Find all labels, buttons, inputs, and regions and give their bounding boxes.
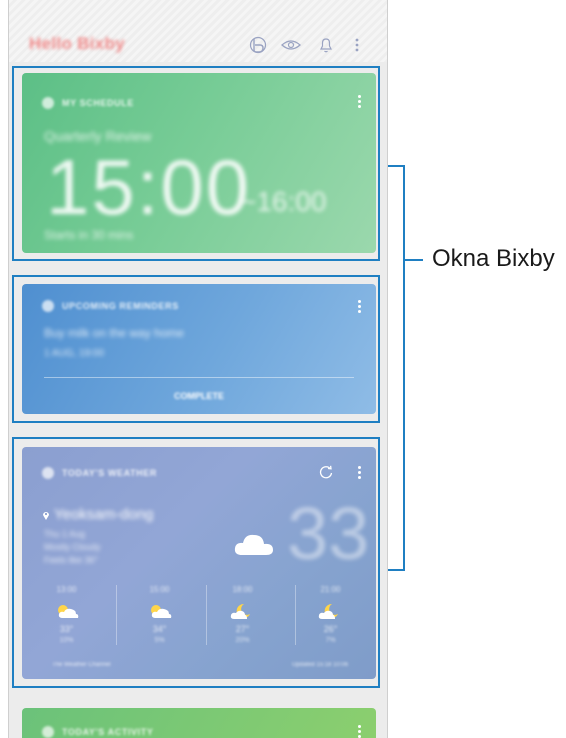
activity-card-title: TODAY'S ACTIVITY [62,727,154,737]
app-header: Hello Bixby [9,0,387,62]
bracket-pointer [405,259,423,261]
callout-box-weather [12,437,380,688]
bell-icon[interactable] [317,36,335,54]
bracket-bottom [388,569,405,571]
activity-icon [42,726,54,738]
bracket-vertical [403,165,405,571]
bixby-icon[interactable] [249,36,267,54]
callout-box-reminder [12,275,380,423]
callout-box-schedule [12,66,380,261]
more-options-icon[interactable] [354,36,360,54]
activity-card-menu-icon[interactable] [358,725,362,738]
callout-label: Okna Bixby [432,245,555,272]
activity-card[interactable]: TODAY'S ACTIVITY [22,708,376,738]
eye-icon[interactable] [280,36,302,54]
app-title: Hello Bixby [29,34,125,53]
